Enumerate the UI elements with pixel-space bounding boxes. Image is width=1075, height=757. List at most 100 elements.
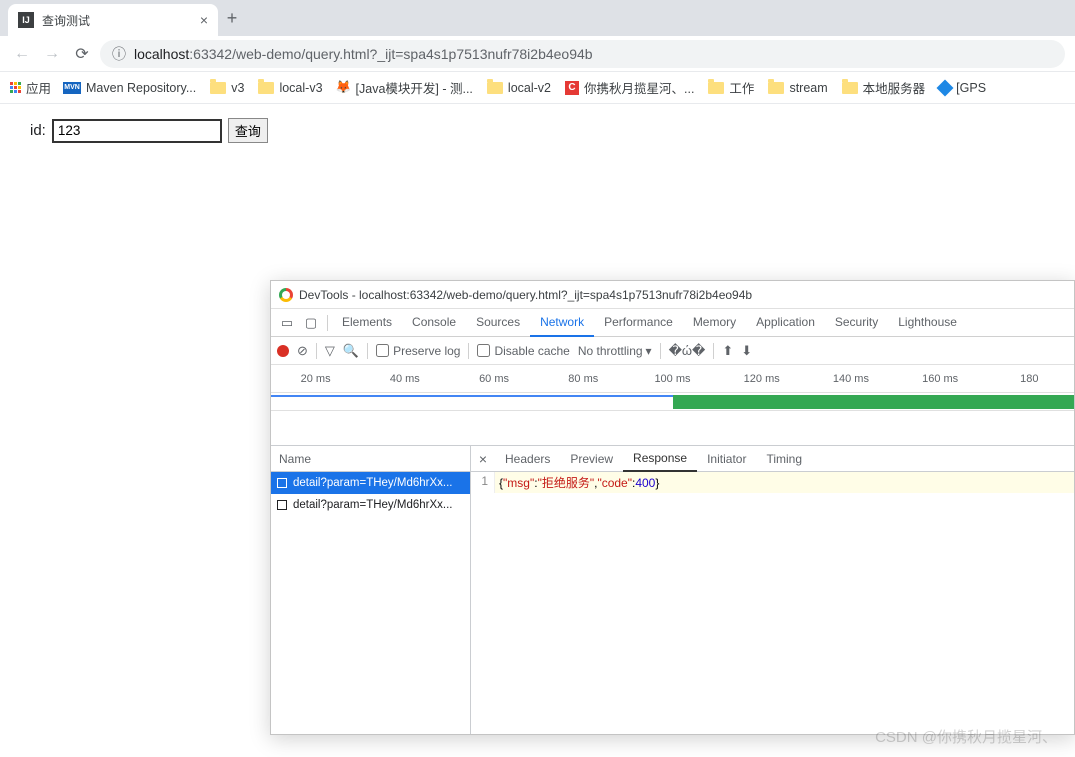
divider	[660, 343, 661, 359]
response-body[interactable]: 1 {"msg":"拒绝服务","code":400}	[471, 472, 1074, 493]
devtools-tab-sources[interactable]: Sources	[466, 309, 530, 336]
timeline-spacer	[271, 411, 1074, 446]
devtools-tab-console[interactable]: Console	[402, 309, 466, 336]
divider	[713, 343, 714, 359]
reload-button[interactable]: ⟳	[70, 42, 94, 66]
timeline-tick: 20 ms	[271, 373, 360, 385]
devtools-tab-elements[interactable]: Elements	[332, 309, 402, 336]
bookmarks-bar: 应用 MVN Maven Repository... v3 local-v3 🦊[Jav…	[0, 72, 1075, 104]
devtools-tab-network[interactable]: Network	[530, 309, 594, 337]
favicon-icon: IJ	[18, 12, 34, 28]
mvn-icon: MVN	[63, 82, 81, 94]
request-name: detail?param=THey/Md6hrXx...	[293, 499, 452, 511]
wifi-icon[interactable]: �ώ�	[669, 343, 706, 359]
throttling-select[interactable]: No throttling ▾	[578, 344, 652, 358]
timeline-tick: 180	[985, 373, 1074, 385]
detail-tab-preview[interactable]: Preview	[560, 446, 623, 472]
detail-tab-initiator[interactable]: Initiator	[697, 446, 756, 472]
bookmark-label: stream	[789, 81, 827, 95]
url-path: :63342/web-demo/query.html?_ijt=spa4s1p7…	[189, 46, 592, 62]
detail-tab-timing[interactable]: Timing	[756, 446, 812, 472]
bookmark-item[interactable]: local-v2	[487, 81, 551, 95]
tab-bar: IJ 查询测试 × +	[0, 0, 1075, 36]
info-icon: ⓘ	[112, 44, 126, 64]
id-label: id:	[30, 122, 46, 139]
chevron-down-icon: ▾	[646, 344, 652, 358]
bookmark-item[interactable]: [GPS	[939, 81, 986, 95]
folder-icon	[768, 82, 784, 94]
clear-button[interactable]: ⊘	[297, 343, 308, 359]
bookmark-label: local-v2	[508, 81, 551, 95]
url-host: localhost	[134, 46, 189, 62]
response-json: {"msg":"拒绝服务","code":400}	[495, 472, 1074, 493]
fox-icon: 🦊	[337, 81, 351, 95]
devtools-tab-lighthouse[interactable]: Lighthouse	[888, 309, 967, 336]
bookmark-item[interactable]: stream	[768, 81, 827, 95]
record-button[interactable]	[277, 345, 289, 357]
timeline-tick: 100 ms	[628, 373, 717, 385]
detail-tab-headers[interactable]: Headers	[495, 446, 560, 472]
id-input[interactable]	[52, 119, 222, 143]
devtools-tab-application[interactable]: Application	[746, 309, 825, 336]
address-bar: ← → ⟳ ⓘ localhost:63342/web-demo/query.h…	[0, 36, 1075, 72]
devtools-tab-memory[interactable]: Memory	[683, 309, 746, 336]
detail-tab-response[interactable]: Response	[623, 446, 697, 472]
url-input[interactable]: ⓘ localhost:63342/web-demo/query.html?_i…	[100, 40, 1065, 68]
divider	[367, 343, 368, 359]
timeline-tick: 120 ms	[717, 373, 806, 385]
folder-icon	[210, 82, 226, 94]
bookmark-item[interactable]: 工作	[708, 78, 754, 97]
query-button[interactable]: 查询	[228, 118, 268, 143]
devtools-tab-performance[interactable]: Performance	[594, 309, 683, 336]
folder-icon	[842, 82, 858, 94]
close-tab-icon[interactable]: ×	[200, 12, 208, 28]
detail-tabs: × HeadersPreviewResponseInitiatorTiming	[471, 446, 1074, 472]
divider	[327, 315, 328, 331]
request-detail: × HeadersPreviewResponseInitiatorTiming …	[471, 446, 1074, 734]
line-number: 1	[471, 472, 495, 493]
device-icon[interactable]: ▢	[299, 315, 323, 331]
search-icon[interactable]: 🔍	[343, 343, 359, 359]
forward-button[interactable]: →	[40, 42, 64, 66]
devtools-tab-security[interactable]: Security	[825, 309, 888, 336]
bookmark-item[interactable]: MVN Maven Repository...	[63, 81, 196, 95]
bookmark-label: 你携秋月揽星河、...	[584, 78, 694, 97]
request-row[interactable]: detail?param=THey/Md6hrXx...	[271, 494, 470, 516]
apps-label: 应用	[26, 78, 51, 97]
timeline-waterfall[interactable]	[271, 393, 1074, 411]
bookmark-item[interactable]: v3	[210, 81, 244, 95]
timeline-tick: 60 ms	[449, 373, 538, 385]
preserve-log-checkbox[interactable]: Preserve log	[376, 344, 460, 358]
bookmark-label: 本地服务器	[863, 78, 926, 97]
browser-tab[interactable]: IJ 查询测试 ×	[8, 4, 218, 36]
page-content: id: 查询	[0, 104, 1075, 157]
c-icon: C	[565, 81, 579, 95]
bookmark-label: local-v3	[279, 81, 322, 95]
request-row[interactable]: detail?param=THey/Md6hrXx...	[271, 472, 470, 494]
timeline-tick: 40 ms	[360, 373, 449, 385]
upload-icon[interactable]: ⬆	[722, 343, 733, 359]
close-detail-button[interactable]: ×	[471, 451, 495, 467]
download-icon[interactable]: ⬇	[741, 343, 752, 359]
timeline-ruler[interactable]: 20 ms40 ms60 ms80 ms100 ms120 ms140 ms16…	[271, 365, 1074, 393]
apps-button[interactable]: 应用	[10, 78, 51, 97]
back-button[interactable]: ←	[10, 42, 34, 66]
disable-cache-checkbox[interactable]: Disable cache	[477, 344, 569, 358]
bookmark-label: v3	[231, 81, 244, 95]
folder-icon	[708, 82, 724, 94]
bookmark-item[interactable]: 本地服务器	[842, 78, 926, 97]
filter-icon[interactable]: ▽	[325, 343, 335, 359]
bookmark-item[interactable]: local-v3	[258, 81, 322, 95]
request-name: detail?param=THey/Md6hrXx...	[293, 477, 452, 489]
document-icon	[277, 478, 287, 488]
inspect-icon[interactable]: ▭	[275, 315, 299, 331]
devtools-tabs: ▭ ▢ ElementsConsoleSourcesNetworkPerform…	[271, 309, 1074, 337]
document-icon	[277, 500, 287, 510]
request-list-header[interactable]: Name	[271, 446, 470, 472]
devtools-titlebar[interactable]: DevTools - localhost:63342/web-demo/quer…	[271, 281, 1074, 309]
bookmark-item[interactable]: C 你携秋月揽星河、...	[565, 78, 694, 97]
new-tab-button[interactable]: +	[218, 8, 246, 29]
devtools-title: DevTools - localhost:63342/web-demo/quer…	[299, 288, 752, 302]
bookmark-item[interactable]: 🦊[Java模块开发] - 测...	[337, 78, 473, 97]
bookmark-label: Maven Repository...	[86, 81, 196, 95]
